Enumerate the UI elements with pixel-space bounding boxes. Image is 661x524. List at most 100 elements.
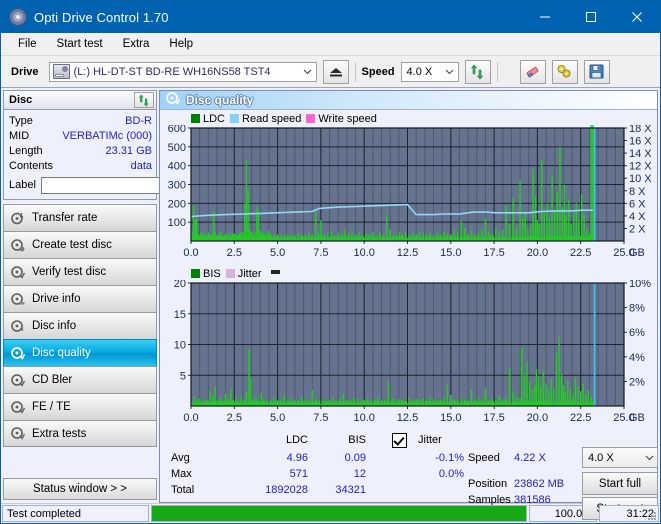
disc-verify-icon (10, 265, 25, 279)
speed-select-value: 4.0 X (406, 65, 433, 78)
jitter-checkbox[interactable] (392, 433, 407, 448)
svg-text:15: 15 (174, 309, 186, 321)
toolbar-separator (354, 61, 356, 82)
speed-label: Speed (361, 65, 395, 78)
result-speed-value: 4.0 X (588, 451, 614, 464)
svg-text:7.5: 7.5 (313, 412, 328, 424)
disc-quality-icon (10, 346, 25, 360)
legend-item-bis: BIS (191, 268, 221, 280)
svg-text:400: 400 (168, 161, 186, 173)
sidebar-item-disc-quality[interactable]: Disc quality (3, 339, 157, 366)
disc-label-row: Label (9, 174, 242, 196)
avg-bis: 0.09 (344, 452, 366, 464)
close-icon[interactable] (614, 1, 660, 33)
app-disc-icon (9, 8, 27, 26)
sidebar-item-extra-tests[interactable]: Extra tests (3, 420, 157, 447)
save-button[interactable] (583, 59, 610, 84)
sidebar-item-create-test-disc[interactable]: Create test disc (3, 231, 157, 258)
svg-text:8 X: 8 X (629, 186, 646, 198)
card-header: Disc quality (160, 91, 657, 110)
row-label-max: Max (171, 468, 192, 480)
svg-text:12.5: 12.5 (397, 412, 418, 424)
sidebar-item-transfer-rate[interactable]: Transfer rate (3, 204, 157, 231)
position-label: Position (468, 478, 508, 490)
legend-swatch (191, 114, 200, 123)
disc-bler-icon (10, 373, 25, 387)
sidebar-item-label: Verify test disc (32, 266, 107, 278)
speed-select[interactable]: 4.0 X (400, 61, 459, 82)
menu-file[interactable]: File (9, 35, 46, 53)
col-header-bis: BIS (348, 434, 366, 446)
eject-button[interactable] (322, 59, 349, 84)
sidebar-item-fe-te[interactable]: FE / TE (3, 393, 157, 420)
avg-jitter: -0.1% (435, 452, 464, 464)
svg-text:17.5: 17.5 (483, 412, 504, 424)
minimize-icon[interactable] (522, 1, 568, 33)
charts-area: LDC Read speed Write speed 600 500 400 300 2… (160, 110, 657, 430)
drive-toolbar: Drive (L:) HL-DT-ST BD-RE WH16NS58 TST4 … (1, 56, 660, 88)
resize-grip-icon[interactable] (646, 510, 656, 520)
tools-button[interactable] (551, 59, 578, 84)
svg-text:22.5: 22.5 (570, 412, 591, 424)
result-speed-select[interactable]: 4.0 X (582, 447, 658, 468)
menu-extra[interactable]: Extra (114, 35, 159, 53)
sidebar-item-drive-info[interactable]: Drive info (3, 285, 157, 312)
chevron-down-icon (300, 63, 316, 81)
chevron-down-icon (641, 448, 657, 467)
disc-transfer-icon (10, 211, 25, 225)
left-panel: Disc Type BD-R MID VERBATIMc (000) Lengt… (1, 88, 242, 503)
drive-select[interactable]: (L:) HL-DT-ST BD-RE WH16NS58 TST4 (48, 61, 317, 82)
ldc-chart-svg: 600 500 400 300 200 100 18 X16 X14 X12 X10 X8 … (168, 123, 653, 259)
sidebar-item-disc-info[interactable]: Disc info (3, 312, 157, 339)
svg-text:10%: 10% (629, 280, 651, 290)
sidebar-item-verify-test-disc[interactable]: Verify test disc (3, 258, 157, 285)
svg-text:500: 500 (168, 142, 186, 154)
start-full-button[interactable]: Start full (582, 472, 658, 495)
menu-help[interactable]: Help (160, 35, 202, 53)
sidebar-item-label: Create test disc (32, 239, 112, 251)
legend-item-jitter: Jitter (225, 267, 262, 280)
disc-refresh-button[interactable] (134, 92, 154, 108)
disc-panel: Disc Type BD-R MID VERBATIMc (000) Lengt… (3, 90, 242, 200)
sidebar-item-label: Disc info (32, 320, 77, 332)
window-title: Opti Drive Control 1.70 (34, 9, 169, 25)
svg-text:12 X: 12 X (629, 161, 652, 173)
legend-item-read-speed: Read speed (230, 113, 301, 125)
legend-label: Jitter (237, 267, 262, 280)
disc-quality-card: Disc quality LDC Read speed Write speed … (159, 90, 658, 520)
erase-button[interactable] (519, 59, 546, 84)
sidebar-item-label: CD Bler (32, 374, 73, 386)
svg-text:8%: 8% (629, 303, 645, 315)
sidebar-item-label: Drive info (32, 293, 81, 305)
legend-label: BIS (203, 267, 221, 280)
svg-text:200: 200 (168, 198, 186, 210)
svg-text:15.0: 15.0 (440, 247, 461, 259)
legend-swatch (306, 114, 316, 123)
menu-start-test[interactable]: Start test (48, 35, 112, 53)
stats-controls: Speed 4.22 X Position 23862 MB Samples 3… (466, 434, 658, 520)
svg-text:7.5: 7.5 (313, 247, 328, 259)
maximize-icon[interactable] (568, 1, 614, 33)
legend-swatch (191, 269, 200, 278)
svg-text:22.5: 22.5 (570, 247, 591, 259)
status-window-button[interactable]: Status window > > (3, 478, 157, 500)
sidebar-item-cd-bler[interactable]: CD Bler (3, 366, 157, 393)
disc-row-key: Length (9, 144, 43, 157)
svg-text:10.0: 10.0 (353, 412, 374, 424)
svg-text:2.5: 2.5 (227, 247, 242, 259)
window-controls (522, 1, 660, 33)
disc-row-key: MID (9, 129, 30, 142)
svg-text:5: 5 (180, 370, 186, 382)
svg-text:6 X: 6 X (629, 198, 646, 210)
svg-text:100: 100 (168, 217, 186, 229)
menu-bar: File Start test Extra Help (1, 33, 660, 56)
progress-fill (152, 506, 526, 521)
sidebar-item-label: Extra tests (32, 427, 87, 440)
refresh-button[interactable] (464, 59, 491, 84)
legend-label: Write speed (318, 112, 377, 125)
drive-label: Drive (11, 65, 39, 78)
disc-info-icon (10, 319, 25, 333)
max-jitter: 0.0% (438, 468, 464, 480)
svg-text:20: 20 (174, 280, 186, 290)
legend-swatch (230, 114, 240, 123)
